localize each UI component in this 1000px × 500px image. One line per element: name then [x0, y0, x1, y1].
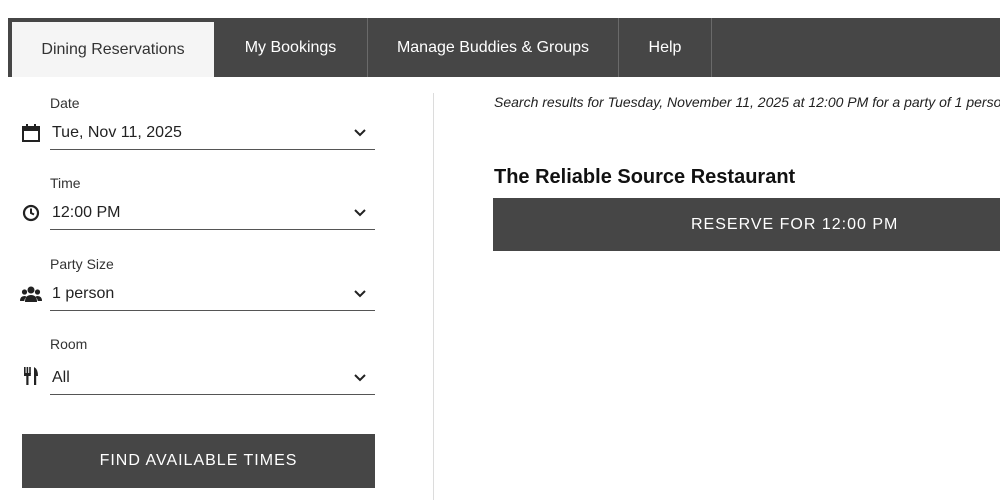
tab-manage-buddies-groups[interactable]: Manage Buddies & Groups — [368, 18, 619, 77]
time-field: Time 12:00 PM — [20, 174, 375, 236]
time-select[interactable]: 12:00 PM — [50, 196, 375, 230]
search-results-summary: Search results for Tuesday, November 11,… — [494, 94, 1000, 110]
main-tab-bar: Dining Reservations My Bookings Manage B… — [8, 18, 1000, 77]
panel-divider — [433, 93, 434, 500]
party-size-value: 1 person — [52, 284, 115, 302]
date-value: Tue, Nov 11, 2025 — [52, 123, 182, 141]
chevron-down-icon — [354, 128, 366, 136]
party-size-select[interactable]: 1 person — [50, 277, 375, 311]
date-select[interactable]: Tue, Nov 11, 2025 — [50, 116, 375, 150]
party-size-field: Party Size 1 person — [20, 255, 375, 317]
time-label: Time — [50, 175, 81, 191]
room-value: All — [52, 368, 70, 386]
tab-help[interactable]: Help — [619, 18, 712, 77]
tab-my-bookings[interactable]: My Bookings — [214, 18, 368, 77]
room-label: Room — [50, 336, 88, 352]
room-field: Room All — [20, 335, 375, 401]
find-available-times-button[interactable]: FIND AVAILABLE TIMES — [22, 434, 375, 488]
clock-icon — [20, 202, 42, 224]
chevron-down-icon — [354, 373, 366, 381]
tab-dining-reservations[interactable]: Dining Reservations — [12, 22, 214, 77]
party-size-label: Party Size — [50, 256, 114, 272]
date-field: Date Tue, Nov 11, 2025 — [20, 94, 375, 156]
time-value: 12:00 PM — [52, 203, 121, 221]
utensils-icon — [20, 365, 42, 387]
restaurant-name: The Reliable Source Restaurant — [494, 166, 796, 188]
room-select[interactable]: All — [50, 361, 375, 395]
chevron-down-icon — [354, 208, 366, 216]
date-label: Date — [50, 95, 80, 111]
chevron-down-icon — [354, 289, 366, 297]
calendar-icon — [20, 122, 42, 144]
reserve-button[interactable]: RESERVE FOR 12:00 PM — [493, 198, 1000, 251]
group-icon — [20, 283, 42, 305]
